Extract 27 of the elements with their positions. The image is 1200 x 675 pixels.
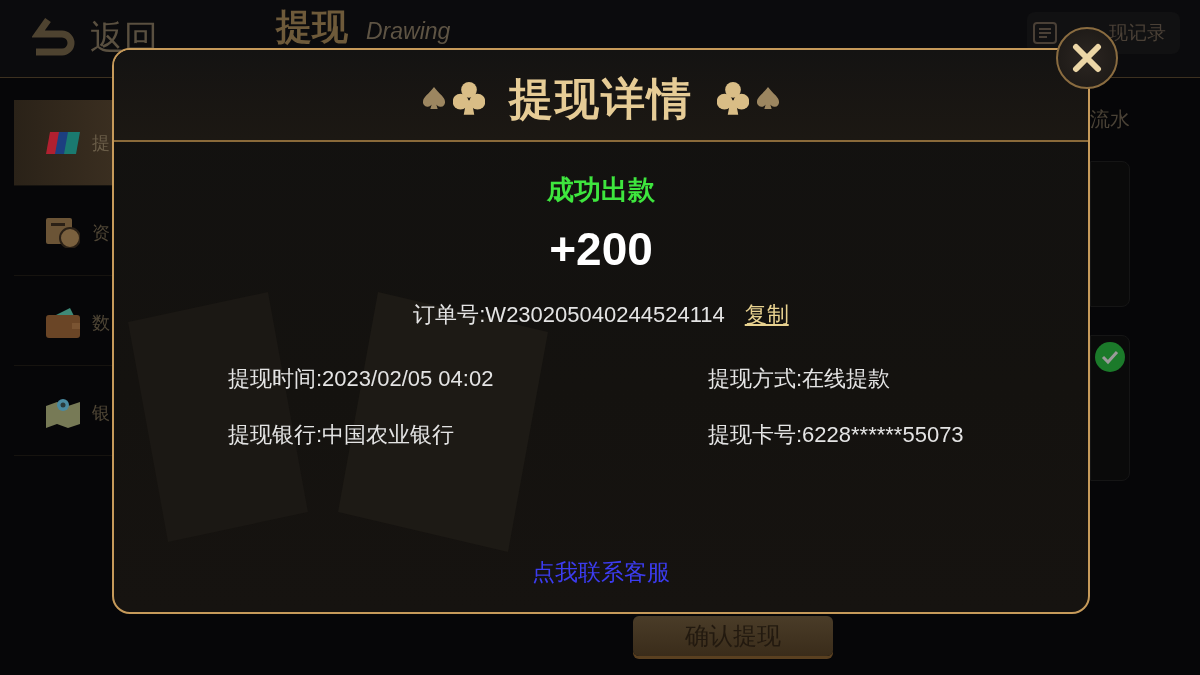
spade-icon [757, 87, 779, 111]
status-text: 成功出款 [547, 174, 655, 207]
unionpay-card-icon [46, 130, 80, 155]
map-pin-icon [46, 397, 80, 428]
dialog-title: 提现详情 [509, 72, 693, 125]
copy-link[interactable]: 复制 [744, 300, 789, 330]
bill-coin-icon [46, 217, 80, 248]
sidebar-item[interactable]: 数 [14, 280, 112, 366]
option-card[interactable] [1090, 335, 1130, 481]
spade-icon [423, 87, 445, 111]
sidebar-item[interactable]: 银 [14, 370, 112, 456]
list-icon [1033, 21, 1057, 44]
tab-label[interactable]: 流水 [1090, 106, 1200, 133]
order-number: 订单号:W230205040244524114 [413, 301, 725, 329]
sidebar-item[interactable]: 资 [14, 190, 112, 276]
wallet-icon [46, 307, 80, 338]
amount-text: +200 [549, 222, 653, 276]
detail-text: 提现方式:在线提款 [708, 365, 892, 393]
close-icon [1072, 43, 1102, 73]
detail-text: 提现银行:中国农业银行 [228, 421, 456, 449]
detail-text: 提现时间:2023/02/05 04:02 [228, 365, 495, 393]
club-icon [453, 82, 485, 116]
club-icon [717, 82, 749, 116]
contact-support-link[interactable]: 点我联系客服 [532, 557, 670, 588]
page-title: 提现 [276, 5, 348, 49]
detail-text: 提现卡号:6228******55073 [708, 421, 965, 449]
page-subtitle: Drawing [366, 18, 451, 45]
